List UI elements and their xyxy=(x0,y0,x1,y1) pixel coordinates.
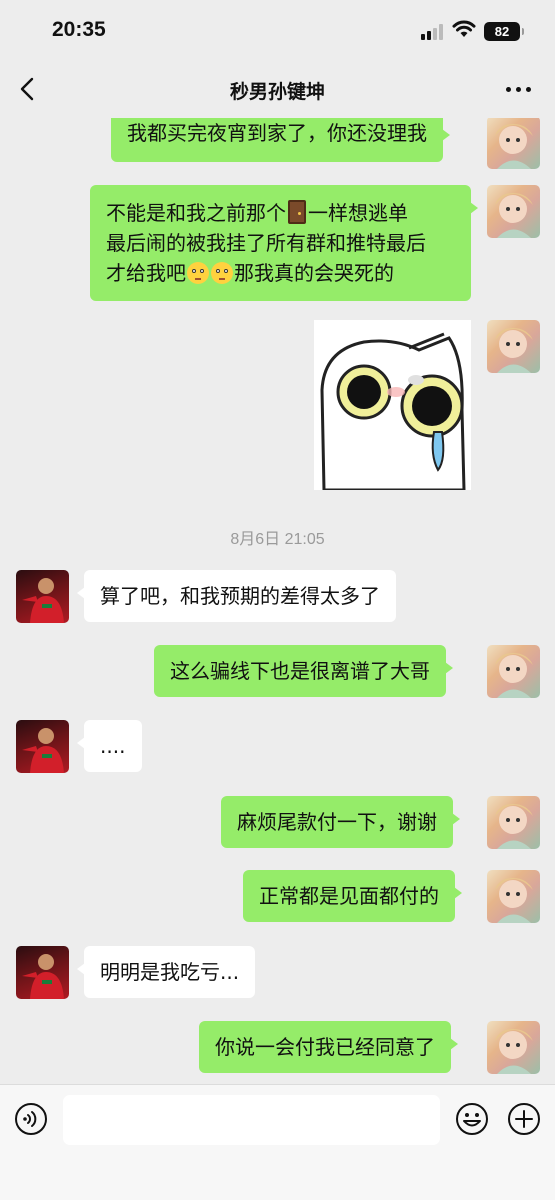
message-text: 我都买完夜宵到家了，你还没理我 xyxy=(127,121,427,145)
my-avatar[interactable] xyxy=(487,796,540,849)
battery-indicator: 82 xyxy=(484,22,524,41)
message-bubble[interactable]: .... xyxy=(77,720,142,772)
emoji-icon[interactable] xyxy=(455,1102,489,1136)
message-text: 这么骗线下也是很离谱了大哥 xyxy=(170,659,430,683)
wifi-icon xyxy=(452,20,476,37)
more-options-icon[interactable] xyxy=(502,74,536,104)
message-bubble[interactable]: 算了吧，和我预期的差得太多了 xyxy=(77,570,396,622)
my-avatar[interactable] xyxy=(487,645,540,698)
message-bubble[interactable]: 这么骗线下也是很离谱了大哥 xyxy=(154,645,453,697)
voice-input-icon[interactable] xyxy=(14,1102,48,1136)
status-bar: 20:35 82 xyxy=(0,0,555,62)
message-text: 明明是我吃亏... xyxy=(100,960,240,984)
message-line: 不能是和我之前那个 一样想逃单 xyxy=(106,200,408,225)
message-bubble[interactable]: 麻烦尾款付一下，谢谢 xyxy=(221,796,460,848)
message-text: .... xyxy=(100,734,126,758)
message-input-bar xyxy=(0,1084,555,1200)
message-list[interactable]: 我都买完夜宵到家了，你还没理我 不能是和我之前那个 一样想逃单 最后闹的被我挂了所… xyxy=(0,118,555,1084)
message-bubble[interactable]: 正常都是见面都付的 xyxy=(243,870,462,922)
contact-avatar[interactable] xyxy=(16,570,69,623)
my-avatar[interactable] xyxy=(487,118,540,169)
message-text: 你说一会付我已经同意了 xyxy=(215,1035,435,1059)
chat-title: 秒男孙键坤 xyxy=(229,81,325,103)
flushed-face-emoji xyxy=(187,262,209,284)
chat-header: 秒男孙键坤 xyxy=(0,62,555,118)
signal-icon xyxy=(421,24,445,40)
my-avatar[interactable] xyxy=(487,185,540,238)
contact-avatar[interactable] xyxy=(16,946,69,999)
message-bubble[interactable]: 你说一会付我已经同意了 xyxy=(199,1021,458,1073)
message-bubble[interactable]: 不能是和我之前那个 一样想逃单 最后闹的被我挂了所有群和推特最后 才给我吧 那我真的… xyxy=(90,185,478,301)
contact-avatar[interactable] xyxy=(16,720,69,773)
message-timestamp: 8月6日 21:05 xyxy=(230,531,325,548)
message-line: 最后闹的被我挂了所有群和推特最后 xyxy=(106,231,426,255)
door-emoji xyxy=(288,200,306,224)
message-input[interactable] xyxy=(63,1095,440,1145)
my-avatar[interactable] xyxy=(487,320,540,373)
message-text: 正常都是见面都付的 xyxy=(259,884,439,908)
my-avatar[interactable] xyxy=(487,870,540,923)
message-text: 麻烦尾款付一下，谢谢 xyxy=(237,810,437,834)
plus-icon[interactable] xyxy=(507,1102,541,1136)
flushed-face-emoji xyxy=(211,262,233,284)
my-avatar[interactable] xyxy=(487,1021,540,1074)
message-text: 算了吧，和我预期的差得太多了 xyxy=(100,584,380,608)
cat-sticker[interactable] xyxy=(314,320,471,490)
status-time: 20:35 xyxy=(52,18,106,41)
message-bubble[interactable]: 我都买完夜宵到家了，你还没理我 xyxy=(111,118,450,162)
message-bubble[interactable]: 明明是我吃亏... xyxy=(76,946,256,998)
message-line: 才给我吧 那我真的会哭死的 xyxy=(106,261,394,285)
